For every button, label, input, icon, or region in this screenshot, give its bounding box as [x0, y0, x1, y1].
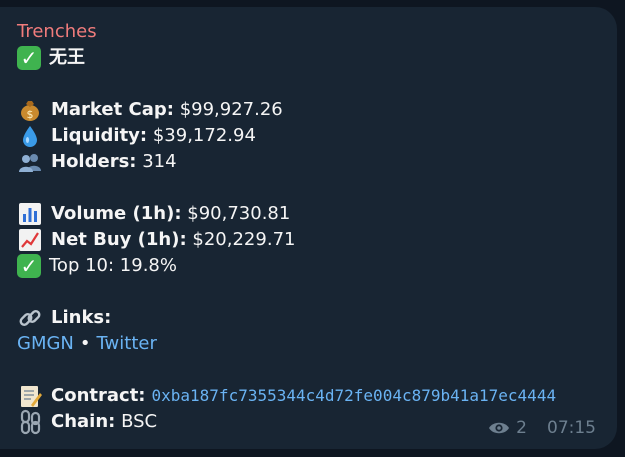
holders-value: 314 [142, 151, 177, 172]
net-buy-row: Net Buy (1h): $20,229.71 [17, 227, 295, 253]
top10-text: Top 10: 19.8% [49, 255, 177, 276]
top10-row: ✓ Top 10: 19.8% [17, 253, 177, 279]
link-icon [17, 305, 43, 331]
token-name-row: ✓ 无王 [17, 45, 85, 71]
sender-name-text[interactable]: Trenches [17, 19, 97, 45]
links-row: Links: [17, 305, 111, 331]
link-separator: • [79, 333, 91, 354]
memo-icon [17, 383, 43, 409]
holders-row: Holders: 314 [17, 149, 177, 175]
chain-label: Chain: [51, 411, 116, 432]
chains-icon [17, 409, 43, 435]
holders-label: Holders: [51, 151, 137, 172]
twitter-link[interactable]: Twitter [97, 331, 157, 357]
sender-name[interactable]: Trenches [17, 19, 97, 45]
net-buy-label: Net Buy (1h): [51, 229, 187, 250]
liquidity-value: $39,172.94 [152, 125, 256, 146]
links-label: Links: [51, 307, 112, 328]
gmgn-link[interactable]: GMGN [17, 331, 74, 357]
market-cap-row: $ Market Cap: $99,927.26 [17, 97, 283, 123]
message-meta: 2 07:15 [488, 418, 596, 438]
people-icon [17, 149, 43, 175]
chart-increasing-icon [17, 227, 43, 253]
contract-address[interactable]: 0xba187fc7355344c4d72fe004c879b41a17ec44… [152, 383, 557, 409]
market-cap-value: $99,927.26 [179, 99, 283, 120]
check-mark-icon: ✓ [17, 254, 41, 278]
message-bubble: Trenches ✓ 无王 $ Market Cap: $99,927.26 L… [0, 7, 617, 449]
view-count: 2 [516, 418, 527, 438]
bar-chart-icon [17, 201, 43, 227]
check-mark-icon: ✓ [17, 46, 41, 70]
liquidity-label: Liquidity: [51, 125, 148, 146]
volume-label: Volume (1h): [51, 203, 182, 224]
volume-value: $90,730.81 [187, 203, 291, 224]
svg-text:$: $ [27, 108, 34, 121]
volume-row: Volume (1h): $90,730.81 [17, 201, 290, 227]
chain-row: Chain: BSC [17, 409, 157, 435]
chain-value: BSC [121, 411, 158, 432]
money-bag-icon: $ [17, 97, 43, 123]
token-name: 无王 [49, 47, 85, 68]
liquidity-row: Liquidity: $39,172.94 [17, 123, 256, 149]
message-time: 07:15 [547, 418, 596, 438]
links-list: GMGN • Twitter [17, 331, 157, 357]
contract-label: Contract: [51, 385, 146, 406]
eye-icon [488, 420, 510, 436]
market-cap-label: Market Cap: [51, 99, 174, 120]
contract-row: Contract: 0xba187fc7355344c4d72fe004c879… [17, 383, 556, 409]
net-buy-value: $20,229.71 [192, 229, 296, 250]
droplet-icon [17, 123, 43, 149]
